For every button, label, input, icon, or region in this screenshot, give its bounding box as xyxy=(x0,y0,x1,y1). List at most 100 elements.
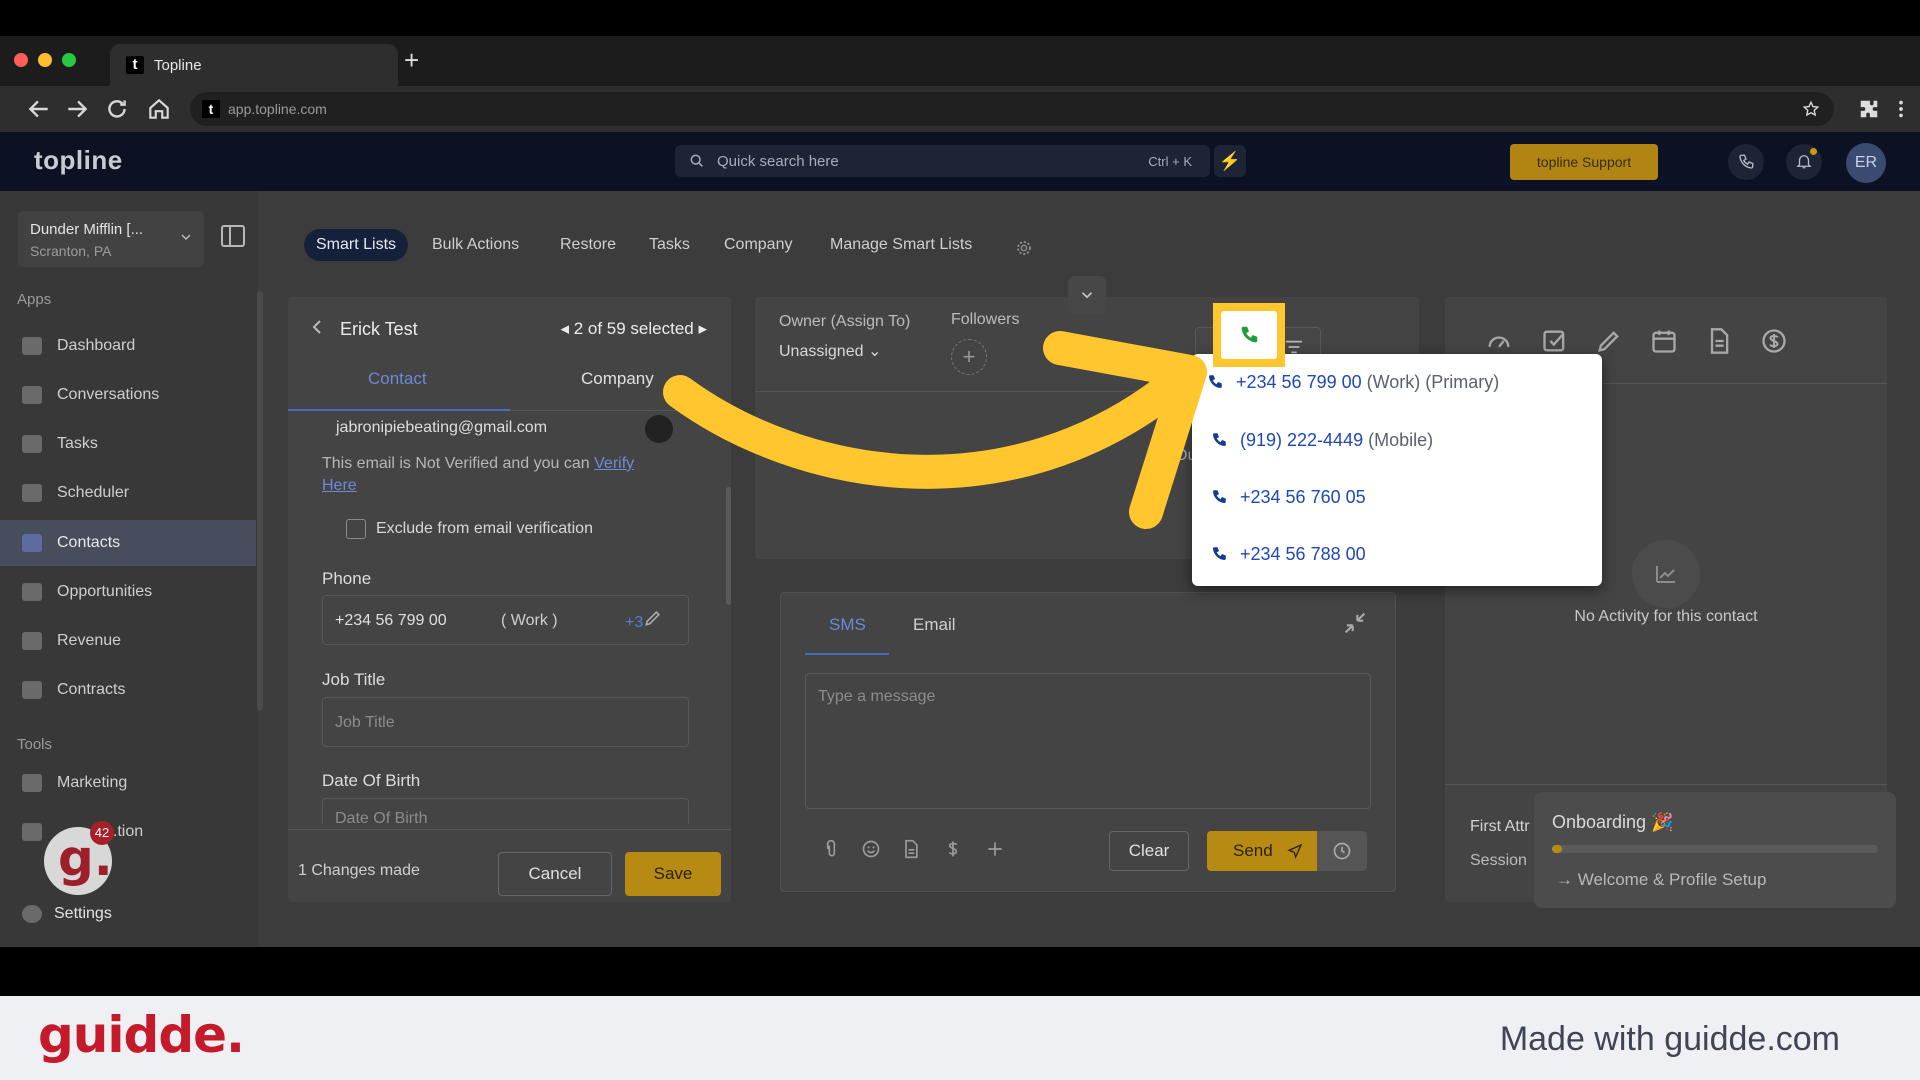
sidebar-item-settings[interactable]: Settings xyxy=(0,891,256,937)
selection-counter[interactable]: ◂ 2 of 59 selected ▸ xyxy=(560,319,707,339)
location-switcher[interactable]: Dunder Mifflin [... Scranton, PA xyxy=(18,211,204,267)
close-window-dot[interactable] xyxy=(14,53,28,67)
sidebar-item-dashboard[interactable]: Dashboard xyxy=(0,323,256,369)
notification-bell-icon[interactable] xyxy=(1786,144,1822,180)
document-icon[interactable] xyxy=(1705,327,1733,355)
tab-bulk-actions[interactable]: Bulk Actions xyxy=(432,229,519,261)
additional-phones-count[interactable]: +3 xyxy=(625,614,643,632)
chevron-left-icon[interactable] xyxy=(310,319,324,335)
panel-scrollbar[interactable] xyxy=(726,487,731,605)
browser-menu-icon[interactable] xyxy=(1894,98,1908,120)
emoji-icon[interactable] xyxy=(861,839,881,859)
sidebar-item-label: Marketing xyxy=(57,774,128,791)
sidebar-item-conversations[interactable]: Conversations xyxy=(0,372,256,418)
url-text[interactable]: app.topline.com xyxy=(228,101,327,117)
sidebar-item-scheduler[interactable]: Scheduler xyxy=(0,470,256,516)
forward-arrow-icon[interactable] xyxy=(64,96,90,122)
onboarding-step[interactable]: → Welcome & Profile Setup xyxy=(1556,870,1766,890)
verify-link-here[interactable]: Here xyxy=(322,477,357,494)
phone-field[interactable]: +234 56 799 00 ( Work ) +3 xyxy=(322,595,689,645)
email-value[interactable]: jabronipiebeating@gmail.com xyxy=(336,419,547,437)
exclude-verification-checkbox[interactable] xyxy=(346,519,366,539)
quick-search-input[interactable]: Quick search here Ctrl + K xyxy=(675,145,1210,177)
schedule-send-button[interactable] xyxy=(1317,831,1367,871)
phone-option[interactable]: (919) 222-4449 (Mobile) xyxy=(1210,430,1433,451)
lightning-bolt-icon[interactable]: ⚡ xyxy=(1214,145,1246,177)
user-avatar[interactable]: ER xyxy=(1846,143,1886,183)
tab-company[interactable]: Company xyxy=(724,229,792,261)
message-placeholder: Type a message xyxy=(818,688,936,705)
sidebar-item-marketing[interactable]: Marketing xyxy=(0,760,256,806)
sidebar-item-contacts[interactable]: Contacts xyxy=(0,520,256,566)
topline-logo[interactable]: topline xyxy=(34,145,123,176)
minimize-arrows-icon[interactable] xyxy=(1341,609,1369,637)
tab-smart-lists[interactable]: Smart Lists xyxy=(304,229,409,261)
extensions-puzzle-icon[interactable] xyxy=(1858,98,1880,120)
guidde-footer: guidde. Made with guidde.com xyxy=(0,996,1920,1080)
phone-icon[interactable] xyxy=(1728,144,1764,180)
onboarding-widget[interactable]: Onboarding 🎉 → Welcome & Profile Setup xyxy=(1534,792,1896,908)
message-textarea[interactable]: Type a message xyxy=(805,673,1371,809)
sidebar-item-revenue[interactable]: Revenue xyxy=(0,618,256,664)
add-follower-button[interactable]: + xyxy=(951,339,987,375)
collapse-toggle-button[interactable] xyxy=(1068,276,1106,314)
guidde-logo[interactable]: guidde. xyxy=(38,1006,245,1064)
sidebar-item-opportunities[interactable]: Opportunities xyxy=(0,569,256,615)
tab-contact[interactable]: Contact xyxy=(368,369,427,389)
browser-toolbar: t app.topline.com xyxy=(0,86,1920,132)
made-with-text[interactable]: Made with guidde.com xyxy=(1500,1020,1840,1059)
sidebar-collapse-icon[interactable] xyxy=(221,225,245,247)
dob-field[interactable]: Date Of Birth xyxy=(322,798,689,824)
reload-icon[interactable] xyxy=(104,96,130,122)
sidebar-item-label: Settings xyxy=(54,905,112,922)
pencil-note-icon[interactable] xyxy=(1595,327,1623,355)
tab-sms[interactable]: SMS xyxy=(829,615,866,635)
bookmark-star-icon[interactable] xyxy=(1802,100,1820,118)
no-activity-text: No Activity for this contact xyxy=(1574,608,1758,625)
settings-gear-icon[interactable] xyxy=(1015,239,1033,257)
save-button[interactable]: Save xyxy=(625,852,721,896)
sidebar-item-tasks[interactable]: Tasks xyxy=(0,421,256,467)
tab-manage-smart-lists[interactable]: Manage Smart Lists xyxy=(830,229,972,261)
sidebar-scrollbar[interactable] xyxy=(257,291,263,711)
clear-button[interactable]: Clear xyxy=(1109,831,1189,871)
plus-icon[interactable] xyxy=(985,839,1005,859)
tab-restore[interactable]: Restore xyxy=(560,229,616,261)
verify-link[interactable]: Verify xyxy=(594,455,634,472)
minimize-window-dot[interactable] xyxy=(38,53,52,67)
tab-email[interactable]: Email xyxy=(913,615,956,635)
support-button[interactable]: topline Support xyxy=(1510,144,1658,180)
speedometer-icon[interactable] xyxy=(1485,327,1513,355)
tab-tasks[interactable]: Tasks xyxy=(649,229,690,261)
dollar-circle-icon[interactable] xyxy=(1760,327,1788,355)
template-document-icon[interactable] xyxy=(901,839,921,859)
home-icon[interactable] xyxy=(146,96,172,122)
paperclip-icon[interactable] xyxy=(821,839,841,859)
address-bar[interactable]: t app.topline.com xyxy=(190,92,1834,126)
zoom-window-dot[interactable] xyxy=(62,53,76,67)
cancel-button[interactable]: Cancel xyxy=(498,852,612,896)
phone-option[interactable]: +234 56 788 00 xyxy=(1210,544,1366,565)
phone-option-number: +234 56 788 00 xyxy=(1240,544,1366,564)
task-check-icon[interactable] xyxy=(1541,327,1569,355)
job-title-field[interactable]: Job Title xyxy=(322,697,689,747)
sidebar-item-contracts[interactable]: Contracts xyxy=(0,667,256,713)
browser-tab[interactable]: t Topline xyxy=(110,44,398,86)
tab-company-details[interactable]: Company xyxy=(581,369,654,389)
sidebar-item-automation[interactable]: ...tion xyxy=(0,809,256,855)
phone-option[interactable]: +234 56 799 00 (Work) (Primary) xyxy=(1206,372,1499,393)
back-arrow-icon[interactable] xyxy=(26,96,52,122)
dollar-icon[interactable] xyxy=(943,839,963,859)
onboarding-progress-fill xyxy=(1552,845,1562,853)
phone-option[interactable]: +234 56 760 05 xyxy=(1210,487,1366,508)
email-status-icon[interactable] xyxy=(645,415,673,443)
owner-select[interactable]: Unassigned ⌄ xyxy=(779,341,881,361)
phone-label: Phone xyxy=(322,569,372,588)
send-button[interactable]: Send xyxy=(1207,831,1317,871)
new-tab-button[interactable]: + xyxy=(404,46,419,74)
pencil-edit-icon[interactable] xyxy=(643,608,663,628)
call-button[interactable] xyxy=(1221,311,1277,359)
calendar-icon[interactable] xyxy=(1650,327,1678,355)
guidde-extension-badge[interactable]: g. 42 xyxy=(44,821,114,895)
send-label: Send xyxy=(1233,841,1273,860)
